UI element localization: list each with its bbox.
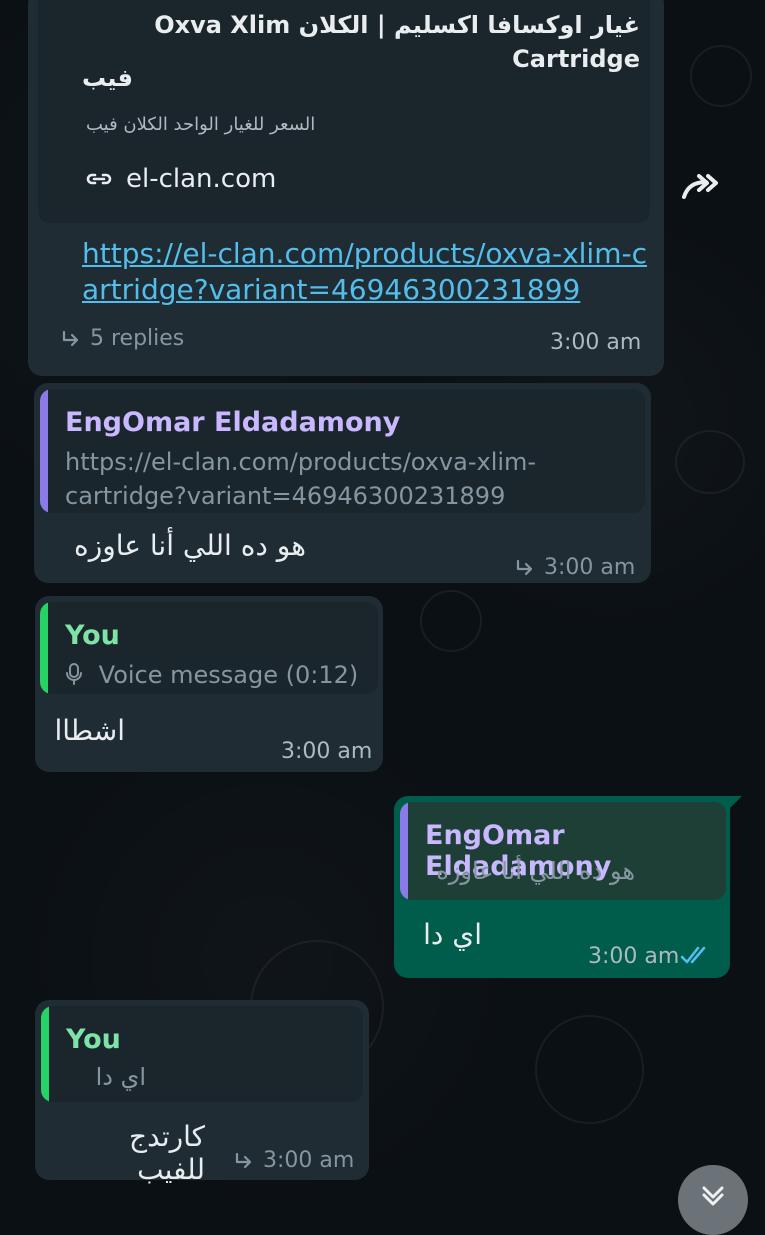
scroll-down-button[interactable]	[678, 1165, 748, 1235]
quoted-message[interactable]: You اي دا	[41, 1006, 363, 1102]
message-text: اشطاا	[54, 714, 125, 747]
wallpaper-doodle	[690, 45, 752, 107]
link-preview-message[interactable]: غيار اوكسافا اكسليم | الكلان Oxva Xlim C…	[28, 0, 664, 376]
wallpaper-doodle	[420, 590, 482, 652]
outgoing-message[interactable]: EngOmar Eldadamony هو ده اللي أنا عاوزه …	[394, 796, 730, 978]
replies-label: 5 replies	[90, 326, 185, 351]
voice-duration: Voice message (0:12)	[98, 661, 359, 689]
quoted-message[interactable]: EngOmar Eldadamony https://el-clan.com/p…	[40, 389, 645, 513]
message-url[interactable]: https://el-clan.com/products/oxva-xlim-c…	[82, 236, 652, 308]
quoted-author: You	[66, 1024, 121, 1055]
quoted-text: هو ده اللي أنا عاوزه	[436, 857, 635, 885]
quoted-message[interactable]: EngOmar Eldadamony هو ده اللي أنا عاوزه	[400, 802, 726, 900]
chevron-down-icon	[702, 1186, 724, 1206]
quoted-text: https://el-clan.com/products/oxva-xlim-c…	[65, 448, 537, 510]
message-time: 3:00 am	[550, 330, 642, 355]
message-time: 3:00 am	[588, 944, 680, 969]
message-time: 3:00 am	[281, 739, 373, 764]
reply-icon	[62, 330, 79, 346]
link-preview-description: السعر للغيار الواحد الكلان فيب	[86, 114, 316, 135]
message-time: 3:00 am	[544, 555, 636, 580]
quoted-voice-label: Voice message (0:12)	[65, 658, 363, 692]
link-preview-title: غيار اوكسافا اكسليم | الكلان Oxva Xlim C…	[154, 11, 640, 73]
link-preview-title-continuation: فيب	[82, 64, 133, 92]
reply-icon	[235, 1152, 252, 1168]
message-text: كارتدج للفيب	[129, 1120, 205, 1186]
message-text: هو ده اللي أنا عاوزه	[74, 529, 306, 562]
microphone-icon	[66, 663, 82, 685]
forward-icon[interactable]	[680, 170, 722, 202]
message-meta: 3:00 am	[233, 1148, 354, 1173]
incoming-message[interactable]: EngOmar Eldadamony https://el-clan.com/p…	[34, 383, 651, 583]
domain-text: el-clan.com	[126, 164, 277, 194]
link-icon	[86, 173, 112, 185]
quoted-text: اي دا	[95, 1063, 146, 1091]
link-preview-domain[interactable]: el-clan.com	[86, 164, 276, 194]
double-check-icon	[680, 946, 706, 964]
outgoing-bubble-tail	[728, 796, 742, 810]
wallpaper-doodle	[535, 1015, 644, 1124]
replies-count[interactable]: 5 replies	[60, 326, 184, 351]
wallpaper-doodle	[675, 430, 745, 494]
quoted-author: EngOmar Eldadamony	[65, 407, 401, 438]
message-meta: 3:00 am	[514, 555, 635, 580]
message-text: اي دا	[423, 918, 482, 951]
message-time: 3:00 am	[263, 1148, 355, 1173]
incoming-message[interactable]: You Voice message (0:12) اشطاا 3:00 am	[35, 596, 383, 772]
quoted-author: You	[65, 620, 120, 651]
reply-icon	[516, 559, 533, 575]
incoming-message[interactable]: You اي دا كارتدج للفيب 3:00 am	[35, 1000, 369, 1186]
quoted-voice-message[interactable]: You Voice message (0:12)	[40, 602, 378, 694]
